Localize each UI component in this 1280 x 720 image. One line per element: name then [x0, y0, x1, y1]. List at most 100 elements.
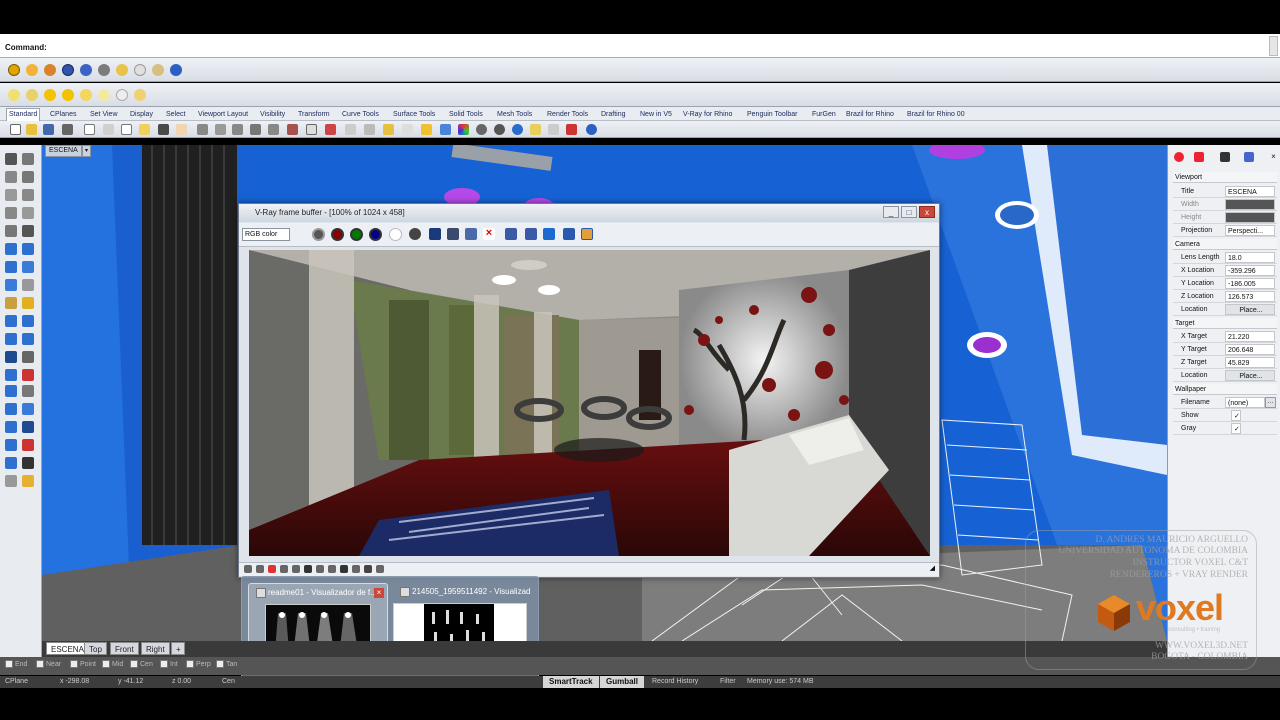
tab-render-tools[interactable]: Render Tools [545, 109, 590, 120]
import-icon[interactable] [84, 124, 95, 135]
group-icon[interactable] [5, 475, 17, 487]
red-channel-icon[interactable] [331, 228, 344, 241]
exposure-icon[interactable] [304, 565, 312, 573]
rotate-icon[interactable] [5, 369, 17, 381]
viewport-title[interactable]: ESCENA [45, 145, 82, 157]
undo-view-icon[interactable] [287, 124, 298, 135]
print-icon[interactable] [62, 124, 73, 135]
box-icon[interactable] [5, 261, 17, 273]
display-correction-icon[interactable] [543, 228, 555, 240]
curves-icon[interactable] [292, 565, 300, 573]
tab-brazil-for-rhino-00[interactable]: Brazil for Rhino 00 [905, 109, 967, 120]
lens-field[interactable]: 18.0 [1225, 252, 1275, 263]
tab-drafting[interactable]: Drafting [599, 109, 628, 120]
x-target-field[interactable]: 21.220 [1225, 331, 1275, 342]
history-icon[interactable] [244, 565, 252, 573]
compare-icon[interactable] [256, 565, 264, 573]
tab-new-in-v5[interactable]: New in V5 [638, 109, 674, 120]
lock-icon[interactable] [421, 124, 432, 135]
ies-light-icon[interactable] [80, 89, 92, 101]
grid-icon[interactable] [345, 124, 356, 135]
explode-icon[interactable] [22, 333, 34, 345]
curvature-icon[interactable] [22, 439, 34, 451]
clear-image-icon[interactable]: × [483, 228, 495, 240]
vray-options-icon[interactable] [8, 64, 20, 76]
dome-light-icon[interactable] [98, 89, 110, 101]
z-target-field[interactable]: 45.829 [1225, 357, 1275, 368]
zoom-icon[interactable] [215, 124, 226, 135]
mesh-light-icon[interactable] [152, 64, 164, 76]
sphere-solid-icon[interactable] [22, 261, 34, 273]
tab-solid-tools[interactable]: Solid Tools [447, 109, 485, 120]
y-target-field[interactable]: 206.648 [1225, 344, 1275, 355]
stamp-icon[interactable] [352, 565, 360, 573]
gray-checkbox[interactable]: ✓ [1231, 423, 1241, 434]
join-icon[interactable] [5, 333, 17, 345]
array-icon[interactable] [5, 403, 17, 415]
close-button[interactable]: x [919, 206, 935, 218]
osnap-end[interactable]: End [5, 660, 27, 668]
sphere-icon[interactable] [134, 64, 146, 76]
select-icon[interactable] [402, 124, 413, 135]
rectangle-icon[interactable] [5, 207, 17, 219]
z-location-field[interactable]: 126.573 [1225, 291, 1275, 302]
scale-icon[interactable] [22, 369, 34, 381]
osnap-mid-checkbox[interactable] [102, 660, 110, 668]
omni-light-icon[interactable] [62, 89, 74, 101]
extrude-icon[interactable] [22, 243, 34, 255]
show-checkbox[interactable]: ✓ [1231, 410, 1241, 421]
render-icon[interactable] [62, 64, 74, 76]
curve-icon[interactable] [22, 171, 34, 183]
help-icon[interactable] [170, 64, 182, 76]
osnap-mid[interactable]: Mid [102, 660, 123, 668]
osnap-int[interactable]: Int [160, 660, 178, 668]
tab-brazil-for-rhino[interactable]: Brazil for Rhino [844, 109, 896, 120]
tab-penguin-toolbar[interactable]: Penguin Toolbar [745, 109, 799, 120]
new-file-icon[interactable] [10, 124, 21, 135]
viewport-props-icon[interactable] [1220, 152, 1230, 162]
dimension-icon[interactable] [22, 385, 34, 397]
stop-render-icon[interactable] [409, 228, 421, 240]
projection-select[interactable]: Perspecti... [1225, 225, 1275, 236]
block-icon[interactable] [22, 475, 34, 487]
light-toggle-icon[interactable] [383, 124, 394, 135]
text-icon[interactable] [5, 385, 17, 397]
minimize-button[interactable]: _ [883, 206, 899, 218]
rotate-view-icon[interactable] [197, 124, 208, 135]
blend-icon[interactable] [5, 457, 17, 469]
mesh-edit-icon[interactable] [22, 279, 34, 291]
osnap-tan-checkbox[interactable] [216, 660, 224, 668]
blue-channel-icon[interactable] [369, 228, 382, 241]
tab-set-view[interactable]: Set View [88, 109, 120, 120]
polyline-icon[interactable] [5, 171, 17, 183]
filter-button[interactable]: Filter [720, 677, 736, 687]
y-location-field[interactable]: -186.005 [1225, 278, 1275, 289]
panel-close-icon[interactable]: × [1269, 152, 1278, 161]
osnap-perp-checkbox[interactable] [186, 660, 194, 668]
light-bulb-icon[interactable] [8, 89, 20, 101]
histogram-icon[interactable] [316, 565, 324, 573]
viewport-tab-front[interactable]: Front [110, 642, 139, 655]
track-mouse-icon[interactable] [505, 228, 517, 240]
sphere-light-icon[interactable] [44, 89, 56, 101]
tiles-icon[interactable] [364, 565, 372, 573]
split-icon[interactable] [22, 315, 34, 327]
polygon-icon[interactable] [22, 207, 34, 219]
four-view-icon[interactable] [306, 124, 317, 135]
osnap-near-checkbox[interactable] [36, 660, 44, 668]
tab-vray-for-rhino[interactable]: V-Ray for Rhino [681, 109, 734, 120]
gumball-button[interactable]: Gumball [600, 676, 645, 688]
tab-mesh-tools[interactable]: Mesh Tools [495, 109, 534, 120]
tab-surface-tools[interactable]: Surface Tools [391, 109, 437, 120]
free-curve-icon[interactable] [22, 225, 34, 237]
settings-icon[interactable] [376, 565, 384, 573]
tab-transform[interactable]: Transform [296, 109, 332, 120]
analyze-icon[interactable] [5, 439, 17, 451]
load-image-icon[interactable] [465, 228, 477, 240]
srgb-icon[interactable] [328, 565, 336, 573]
osnap-cen[interactable]: Cen [130, 660, 153, 668]
tab-furgen[interactable]: FurGen [810, 109, 838, 120]
boolean-icon[interactable] [22, 297, 34, 309]
status-layer[interactable]: Cen [222, 677, 235, 687]
cut-icon[interactable] [103, 124, 114, 135]
